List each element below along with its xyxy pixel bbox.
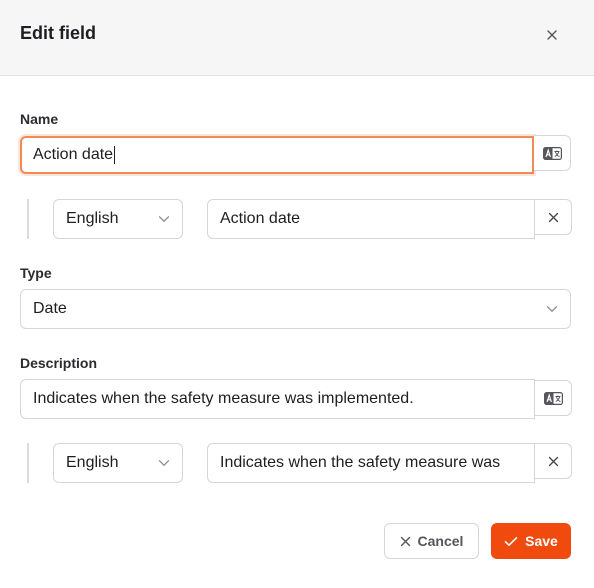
name-language-value: English	[66, 210, 119, 227]
cancel-button[interactable]: Cancel	[384, 523, 479, 559]
name-translate-button[interactable]	[534, 135, 571, 171]
type-select[interactable]: Date	[20, 289, 571, 329]
type-select-value: Date	[33, 300, 67, 317]
chevron-down-icon	[158, 460, 170, 467]
type-label: Type	[20, 265, 52, 281]
name-input[interactable]: Action date	[20, 136, 534, 174]
description-language-select[interactable]: English	[53, 443, 183, 483]
save-button[interactable]: Save	[491, 523, 571, 559]
description-translate-button[interactable]	[535, 380, 572, 416]
check-icon	[504, 536, 518, 546]
name-label: Name	[20, 111, 59, 127]
dialog-header: Edit field	[0, 0, 594, 76]
name-language-select[interactable]: English	[53, 199, 183, 239]
description-language-value: English	[66, 454, 119, 471]
name-translation-value: Action date	[220, 210, 301, 227]
close-icon	[548, 212, 558, 222]
remove-description-translation-button[interactable]	[535, 443, 572, 479]
text-caret	[114, 146, 116, 164]
save-button-label: Save	[525, 533, 558, 549]
description-label: Description	[20, 355, 98, 371]
translate-icon	[543, 391, 563, 405]
dialog-title: Edit field	[20, 23, 96, 43]
chevron-down-icon	[546, 306, 558, 313]
translation-indent-line	[27, 199, 29, 239]
name-translation-input[interactable]: Action date	[207, 199, 535, 239]
close-dialog-button[interactable]	[541, 24, 563, 46]
description-translation-value: Indicates when the safety measure was	[220, 454, 501, 471]
description-input[interactable]: Indicates when the safety measure was im…	[20, 379, 535, 419]
name-input-value: Action date	[33, 146, 114, 163]
close-icon	[400, 536, 410, 546]
cancel-button-label: Cancel	[417, 533, 464, 549]
description-translation-input[interactable]: Indicates when the safety measure was	[207, 443, 535, 483]
chevron-down-icon	[158, 216, 170, 223]
translation-indent-line	[27, 443, 29, 483]
description-input-value: Indicates when the safety measure was im…	[33, 390, 414, 407]
close-icon	[548, 456, 558, 466]
translate-icon	[542, 146, 562, 160]
remove-name-translation-button[interactable]	[535, 199, 572, 235]
close-icon	[547, 30, 557, 40]
